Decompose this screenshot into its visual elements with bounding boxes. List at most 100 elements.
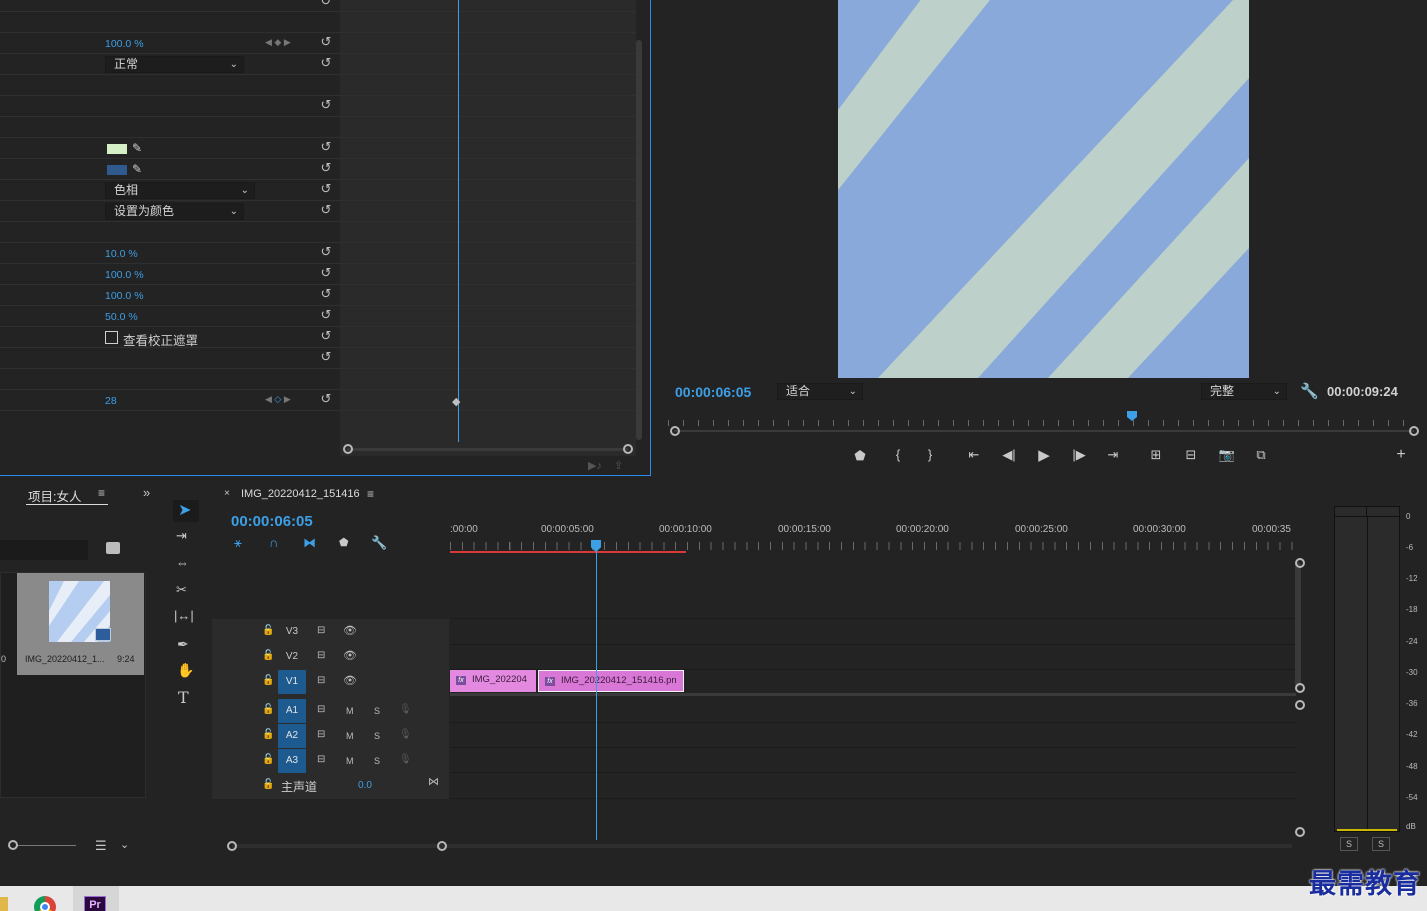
frame-value[interactable]: 28 [105,395,117,407]
go-to-in-icon[interactable]: ⇤ [964,447,984,463]
lock-icon[interactable]: 🔓 [262,729,274,740]
export-icon[interactable]: ⇪ [614,459,623,472]
zoom-slider[interactable] [18,845,76,846]
wrench-icon[interactable]: 🔧 [1300,382,1319,400]
scroll-handle[interactable] [1295,700,1305,710]
reset-icon[interactable]: ↺ [319,161,333,175]
file-explorer-icon[interactable] [0,897,8,911]
solo-button[interactable]: S [374,731,380,741]
mic-icon[interactable]: 🎙 [399,729,412,740]
eye-icon[interactable]: 👁 [343,674,357,687]
eye-icon[interactable]: 👁 [343,624,357,637]
zoom-handle-left[interactable] [227,841,237,851]
add-button-icon[interactable]: + [1391,446,1411,464]
solo-button[interactable]: S [374,756,380,766]
mic-icon[interactable]: 🎙 [399,754,412,765]
sequence-tab[interactable]: IMG_20220412_151416 [241,488,360,500]
add-marker-icon[interactable]: ⬟ [339,536,349,549]
type-tool-icon[interactable]: T [178,688,189,707]
overflow-icon[interactable]: » [143,485,150,500]
param-value-2[interactable]: 100.0 % [105,269,144,281]
timeline-playhead[interactable] [596,546,597,840]
solo-right-button[interactable]: S [1372,837,1390,851]
effects-playhead[interactable] [458,0,459,442]
reset-icon[interactable]: ↺ [319,266,333,280]
sync-lock-icon[interactable]: ⊟ [317,650,325,661]
search-input[interactable] [0,540,88,560]
ripple-edit-tool-icon[interactable]: ⇔ [176,555,189,570]
hand-tool-icon[interactable]: ✋ [177,662,194,679]
play-audio-icon[interactable]: ▶♪ [588,459,602,472]
nest-icon[interactable]: ⚹ [234,535,242,551]
go-to-end-icon[interactable]: ⋈ [428,775,439,788]
sync-lock-icon[interactable]: ⊟ [317,675,325,686]
pen-tool-icon[interactable]: ✒ [177,636,189,653]
project-title[interactable]: 项目:女人 [28,486,81,505]
mute-button[interactable]: M [346,706,354,716]
mark-out-icon[interactable]: } [920,447,940,462]
mute-button[interactable]: M [346,756,354,766]
effects-scrollbar[interactable] [636,40,642,440]
project-item-selected[interactable]: IMG_20220412_1... 9:24 [17,573,144,675]
track-label-a2[interactable]: A2 [278,724,306,748]
chevron-down-icon[interactable]: ⌄ [120,838,129,851]
timeline-clip-selected[interactable]: fx IMG_20220412_151416.pn [538,670,684,692]
eyedropper-icon[interactable]: ✎ [132,141,142,155]
keyframe-nav[interactable]: ◀ ◇ ▶ [265,394,291,405]
master-volume-value[interactable]: 0.0 [358,780,372,791]
reset-icon[interactable]: ↺ [319,56,333,70]
param-value-4[interactable]: 50.0 % [105,311,138,323]
view-mask-checkbox[interactable] [105,331,118,344]
mark-in-icon[interactable]: { [888,447,908,462]
play-icon[interactable]: ▶ [1034,446,1054,464]
timeline-zoom-bar[interactable] [232,844,1292,848]
step-forward-icon[interactable]: |▶ [1069,447,1089,463]
color-swatch-light[interactable] [107,144,127,154]
selection-tool-icon[interactable]: ➤ [178,500,191,520]
param-value-1[interactable]: 10.0 % [105,248,138,260]
track-label-v2[interactable]: V2 [278,645,306,669]
scroll-handle[interactable] [1295,558,1305,568]
new-bin-icon[interactable] [106,542,120,554]
settings-wrench-icon[interactable]: 🔧 [371,535,387,551]
zoom-dropdown[interactable]: 适合 ⌄ [777,383,863,400]
reset-icon[interactable]: ↺ [319,203,333,217]
track-label-a3[interactable]: A3 [278,749,306,773]
razor-tool-icon[interactable]: ✂ [176,582,187,598]
reset-icon[interactable]: ↺ [319,98,333,112]
linked-selection-icon[interactable]: ⧓ [303,535,316,551]
set-color-dropdown[interactable]: 设置为颜色 ⌄ [105,203,244,220]
mic-icon[interactable]: 🎙 [399,704,412,715]
timeline-clip[interactable]: fx IMG_202204 [450,670,536,692]
reset-icon[interactable]: ↺ [319,0,333,8]
taskbar-active-app[interactable]: Pr [73,886,119,911]
extract-icon[interactable]: ⊟ [1181,447,1201,463]
track-select-tool-icon[interactable]: ⇥ [176,528,187,544]
param-value-3[interactable]: 100.0 % [105,290,144,302]
timeline-current-time[interactable]: 00:00:06:05 [231,513,313,530]
keyframe-nav[interactable]: ◀ ◆ ▶ [265,37,291,48]
hue-mode-dropdown[interactable]: 色相 ⌄ [105,182,255,199]
work-area-bar[interactable] [450,551,686,553]
track-label-v1[interactable]: V1 [278,670,306,694]
reset-icon[interactable]: ↺ [319,35,333,49]
solo-button[interactable]: S [374,706,380,716]
effects-zoom-bar[interactable] [347,448,628,451]
track-label-v3[interactable]: V3 [278,620,306,644]
reset-icon[interactable]: ↺ [319,182,333,196]
panel-menu-icon[interactable]: ≡ [98,486,105,500]
lock-icon[interactable]: 🔓 [262,625,274,636]
eyedropper-icon[interactable]: ✎ [132,162,142,176]
scrub-handle-right[interactable] [1409,426,1419,436]
add-marker-icon[interactable]: ⬟ [850,448,870,464]
sync-lock-icon[interactable]: ⊟ [317,704,325,715]
export-frame-icon[interactable]: 📷 [1217,447,1237,463]
solo-left-button[interactable]: S [1340,837,1358,851]
compare-view-icon[interactable]: ⧉ [1251,447,1271,463]
reset-icon[interactable]: ↺ [319,245,333,259]
zoom-handle-left[interactable] [343,444,353,454]
lift-icon[interactable]: ⊞ [1146,447,1166,463]
step-back-icon[interactable]: ◀| [999,447,1019,463]
sync-lock-icon[interactable]: ⊟ [317,754,325,765]
program-current-time[interactable]: 00:00:06:05 [675,384,751,400]
